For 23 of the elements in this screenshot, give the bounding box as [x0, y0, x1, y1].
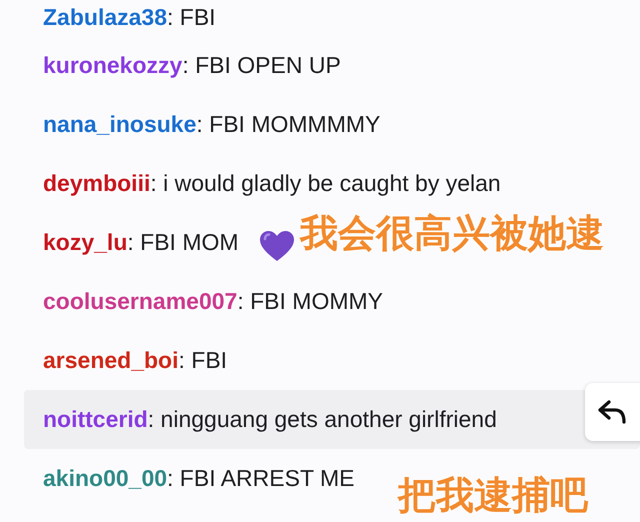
caption-overlay: 把我逮捕吧 [398, 472, 588, 519]
username[interactable]: nana_inosuke [43, 111, 196, 138]
username[interactable]: kozy_lu [43, 229, 128, 256]
message-text: : FBI [178, 347, 228, 374]
username[interactable]: arsened_boi [43, 347, 178, 374]
message-text: : ningguang gets another girlfriend [148, 406, 497, 433]
message-text: : FBI ARREST ME [167, 465, 354, 492]
username[interactable]: akino00_00 [43, 465, 168, 492]
message-text: : FBI MOMMY [237, 288, 383, 315]
username[interactable]: coolusername007 [43, 288, 238, 315]
username[interactable]: deymboiii [43, 170, 150, 197]
reply-arrow-icon [597, 399, 627, 425]
username[interactable]: noittcerid [43, 406, 148, 433]
caption-overlay: 我会很高兴被她逮 [300, 210, 604, 257]
message-text: : i would gladly be caught by yelan [150, 170, 501, 197]
username[interactable]: Zabulaza38 [43, 4, 167, 30]
message-text: : FBI MOMMMMY [196, 111, 380, 138]
heart-icon [258, 230, 295, 262]
message-text: : FBI OPEN UP [182, 52, 341, 79]
message-text: : FBI MOM [127, 229, 239, 256]
reply-button[interactable] [585, 383, 640, 441]
message-text: : FBI [167, 4, 216, 30]
username[interactable]: kuronekozzy [43, 52, 182, 79]
